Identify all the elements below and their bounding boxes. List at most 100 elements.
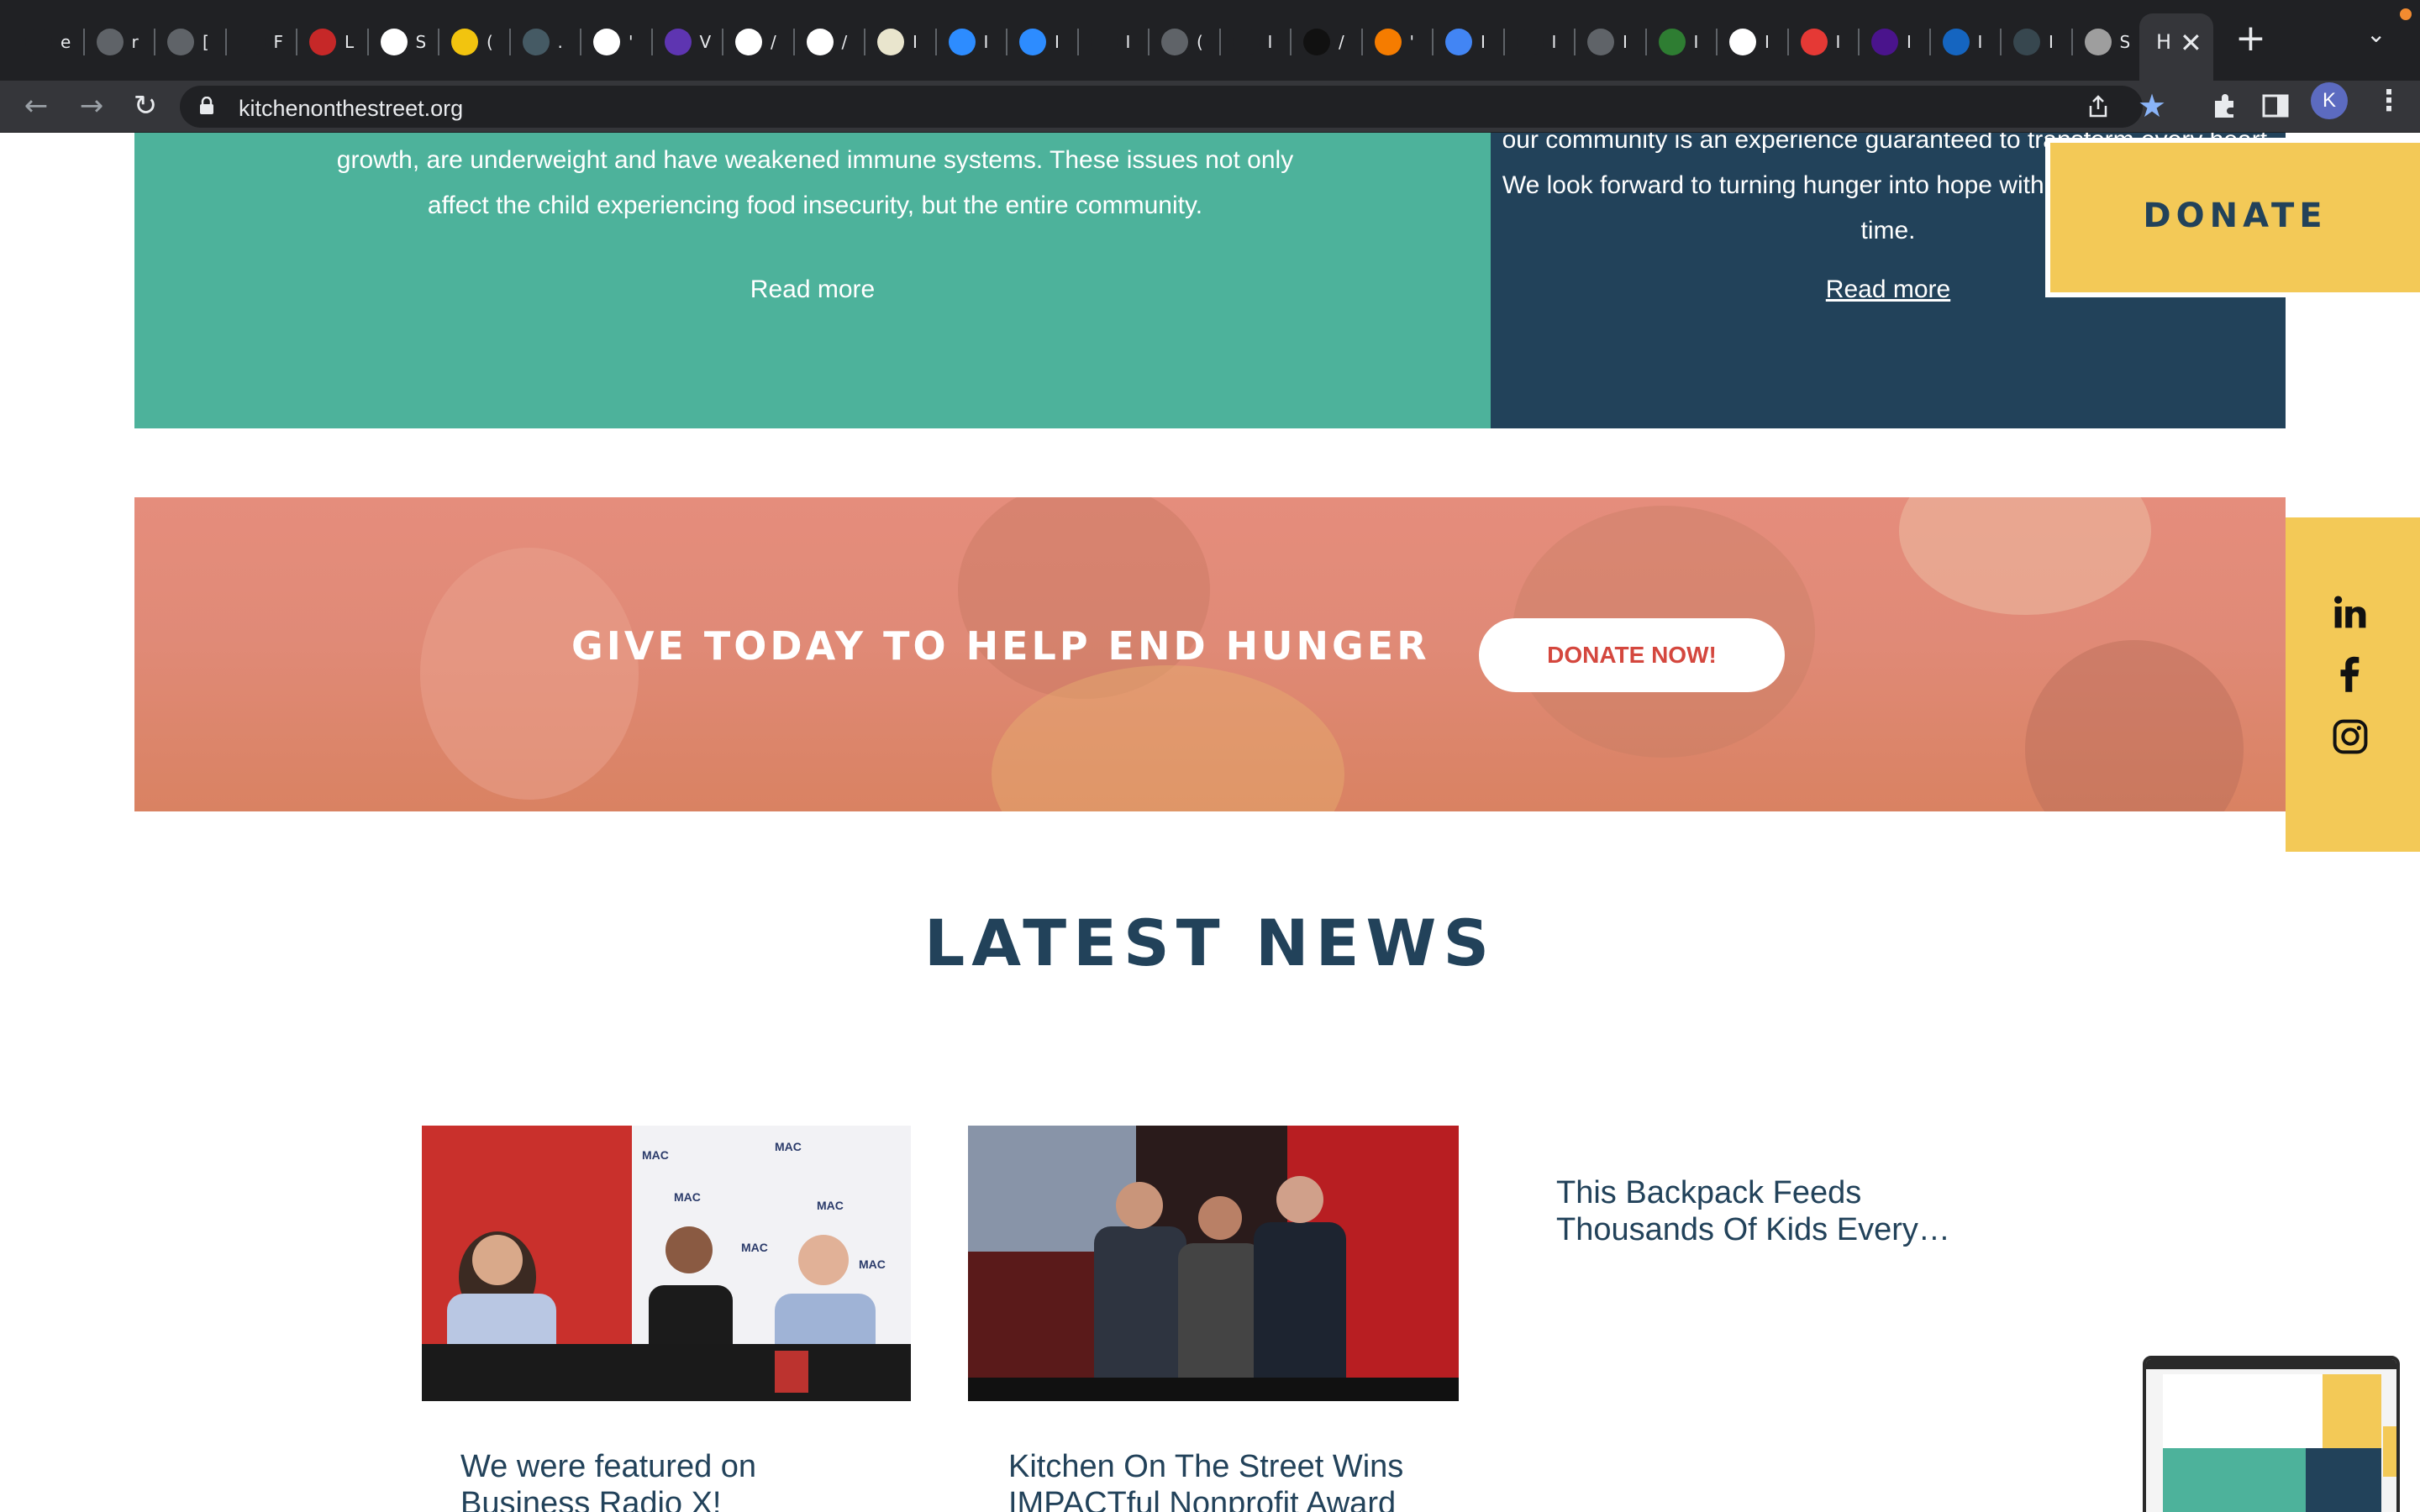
browser-tab[interactable]: I — [1232, 22, 1273, 62]
amazon-dark-icon — [1303, 29, 1330, 55]
forward-arrow-icon[interactable]: → — [72, 87, 111, 126]
news-icon — [2013, 29, 2040, 55]
browser-menu-icon[interactable]: ⋮ — [2375, 84, 2403, 118]
chrome-icon — [1232, 29, 1260, 55]
news-headline-backpack[interactable]: This Backpack Feeds Thousands Of Kids Ev… — [1556, 1174, 1976, 1248]
browser-tab[interactable]: L — [309, 22, 354, 62]
browser-tab[interactable]: I — [1516, 22, 1556, 62]
donate-now-button[interactable]: DONATE NOW! — [1479, 618, 1785, 692]
browser-tab[interactable]: I — [877, 22, 918, 62]
bookmark-star-icon[interactable]: ★ — [2138, 87, 2166, 124]
extensions-puzzle-icon[interactable] — [2208, 89, 2242, 123]
browser-tab[interactable]: I — [1445, 22, 1486, 62]
news-headline-radio[interactable]: We were featured on Business Radio X! — [460, 1448, 847, 1512]
donate-button[interactable]: DONATE — [2045, 138, 2420, 297]
browser-tab[interactable]: I — [1942, 22, 1983, 62]
share-icon[interactable] — [2086, 94, 2111, 119]
profile-avatar[interactable]: K — [2311, 82, 2348, 119]
browser-tab[interactable]: I — [1019, 22, 1060, 62]
browser-tab[interactable]: I — [1658, 22, 1698, 62]
browser-tab-title: I — [1835, 32, 1841, 52]
chrome-icon — [1516, 29, 1544, 55]
browser-tab[interactable]: F — [238, 22, 283, 62]
linkedin-icon[interactable] — [2331, 593, 2370, 632]
gear-red-icon — [309, 29, 336, 55]
tab-search-chevron-icon[interactable]: ⌄ — [2366, 20, 2386, 48]
news-image-radio[interactable]: MAC MAC MAC MAC MAC MAC — [422, 1126, 911, 1401]
browser-tab-title: ' — [629, 32, 634, 52]
browser-tab[interactable]: S — [2084, 22, 2130, 62]
tab-separator — [1928, 29, 1931, 55]
active-tab-title: H — [2156, 30, 2172, 54]
goodreads-icon — [877, 29, 904, 55]
hunger-card: growth, are underweight and have weakene… — [134, 133, 1491, 428]
news-image-award[interactable] — [968, 1126, 1459, 1401]
browser-tab-title: I — [1125, 32, 1131, 52]
browser-tab[interactable]: / — [735, 22, 776, 62]
purple-figure-icon — [1871, 29, 1898, 55]
zoom-icon — [1019, 29, 1046, 55]
docs-icon — [1445, 29, 1472, 55]
page-preview-thumbnail[interactable] — [2143, 1356, 2400, 1512]
browser-tab[interactable]: ( — [1161, 22, 1203, 62]
tab-separator — [1148, 29, 1150, 55]
browser-tab-title: ( — [487, 32, 493, 52]
back-arrow-icon[interactable]: ← — [17, 87, 55, 126]
tab-separator — [296, 29, 297, 55]
tab-separator — [1858, 29, 1860, 55]
browser-tab[interactable]: [ — [167, 22, 209, 62]
url-text[interactable]: kitchenonthestreet.org — [239, 96, 463, 122]
svg-text:MAC: MAC — [859, 1257, 886, 1271]
cdc-icon — [1942, 29, 1970, 55]
side-panel-icon[interactable] — [2260, 91, 2291, 121]
tab-separator — [438, 29, 439, 55]
browser-tab-title: / — [771, 32, 776, 52]
browser-tab[interactable]: e — [25, 22, 71, 62]
browser-tab-title: r — [131, 32, 139, 52]
browser-tab[interactable]: I — [948, 22, 989, 62]
browser-tab[interactable]: / — [806, 22, 847, 62]
tab-separator — [154, 29, 155, 55]
tab-separator — [1786, 29, 1789, 55]
tab-separator — [224, 29, 227, 55]
browser-tab[interactable]: S — [380, 22, 426, 62]
browser-tab-title: . — [557, 32, 563, 52]
frac-icon — [1729, 29, 1756, 55]
browser-tab[interactable]: V — [664, 22, 711, 62]
browser-tab-title: I — [983, 32, 989, 52]
browser-tab[interactable]: I — [1587, 22, 1628, 62]
browser-tab[interactable]: I — [1729, 22, 1770, 62]
tab-separator — [580, 29, 581, 55]
browser-tab[interactable]: ' — [593, 22, 634, 62]
reload-icon[interactable]: ↻ — [126, 87, 165, 126]
browser-tab[interactable]: I — [1871, 22, 1912, 62]
browser-tab-title: I — [1977, 32, 1983, 52]
hunger-read-more-link[interactable]: Read more — [134, 276, 1491, 304]
browser-tab[interactable]: / — [1303, 22, 1344, 62]
browser-tab-title: I — [1267, 32, 1273, 52]
instagram-icon[interactable] — [2331, 717, 2370, 756]
tab-separator — [1502, 29, 1505, 55]
spiral-icon — [25, 29, 52, 55]
news-headline-award[interactable]: Kitchen On The Street Wins IMPACTful Non… — [1008, 1448, 1428, 1512]
browser-tab[interactable]: . — [522, 22, 563, 62]
browser-tab[interactable]: I — [2013, 22, 2054, 62]
tab-separator — [792, 29, 795, 55]
hunger-card-text: growth, are underweight and have weakene… — [336, 146, 1294, 219]
facebook-icon[interactable] — [2331, 655, 2370, 694]
browser-tab[interactable]: r — [96, 22, 139, 62]
donate-banner: GIVE TODAY TO HELP END HUNGER DONATE NOW… — [134, 497, 2286, 811]
svg-text:MAC: MAC — [674, 1190, 701, 1204]
browser-tab-title: ' — [1409, 32, 1415, 52]
browser-tab[interactable]: ( — [451, 22, 493, 62]
browser-tab[interactable]: I — [1090, 22, 1131, 62]
browser-tab[interactable]: ' — [1374, 22, 1415, 62]
close-tab-icon[interactable]: ✕ — [2180, 27, 2202, 59]
new-tab-button[interactable]: + — [2235, 17, 2266, 60]
notification-dot — [2400, 8, 2412, 20]
tab-separator — [1716, 29, 1718, 55]
browser-tab[interactable]: I — [1800, 22, 1841, 62]
globe-icon — [167, 29, 194, 55]
active-tab[interactable]: H ✕ — [2139, 13, 2213, 81]
address-bar[interactable]: kitchenonthestreet.org ★ — [180, 86, 2166, 128]
